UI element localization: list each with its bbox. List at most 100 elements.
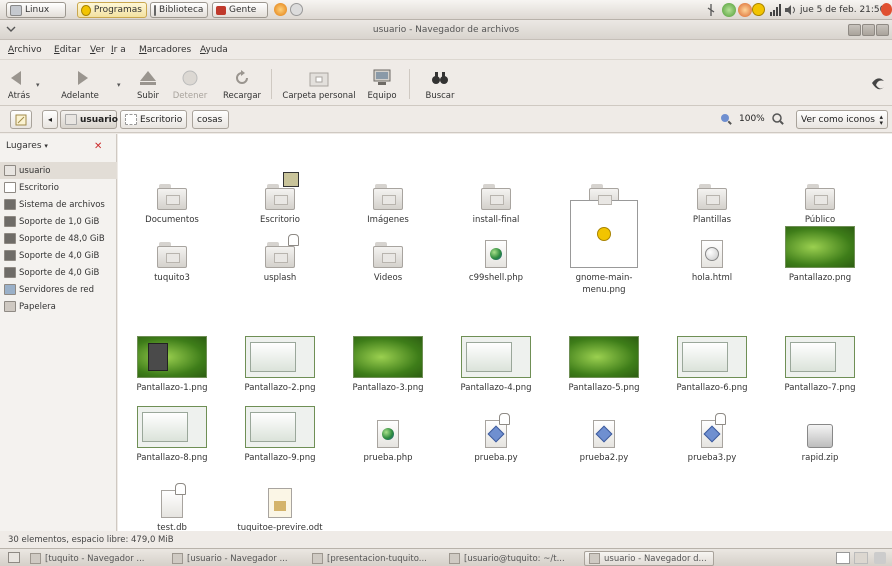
taskbar-window-button[interactable]: [usuario - Navegador ... [168,551,302,566]
workspace-2[interactable] [854,552,868,564]
file-item[interactable]: Pantallazo-2.png [230,316,330,394]
location-bar: ◂ usuario Escritorio cosas 100% Ver como… [0,106,892,133]
zoom-out-icon[interactable] [720,113,732,125]
file-item[interactable]: tuquito3 [122,206,222,284]
window-icon [30,553,41,564]
menu-archivo[interactable]: Archivo [8,45,42,55]
close-sidebar-icon[interactable]: ✕ [94,141,102,152]
gnome-status-icon[interactable] [752,3,765,16]
lock-emblem-icon [288,234,299,246]
menu-ir-a[interactable]: Ir a [111,45,126,55]
people-menu-button[interactable]: Gente [212,2,268,18]
taskbar-window-button[interactable]: [usuario@tuquito: ~/t... [445,551,579,566]
file-item[interactable]: prueba.php [338,386,438,464]
sidebar-item-4[interactable]: Soporte de 1,0 GiB [0,213,117,230]
sidebar-item-6[interactable]: Soporte de 4,0 GiB [0,247,117,264]
up-button[interactable]: Subir [133,61,163,105]
computer-label: Equipo [367,91,397,101]
file-icon-wrap [122,386,222,448]
crumb-escritorio[interactable]: Escritorio [120,110,187,129]
toggle-location-entry-button[interactable] [10,110,32,129]
sidebar-header-select[interactable]: Lugares ▾ [6,141,48,151]
file-item[interactable]: tuquitoe-previre.odt [230,456,330,534]
file-item[interactable]: hola.html [662,206,762,284]
sidebar-item-5[interactable]: Soporte de 48,0 GiB [0,230,117,247]
volume-icon[interactable] [785,4,797,16]
stop-button[interactable]: Detener [172,61,208,105]
network-signal-icon[interactable] [770,4,782,16]
menu-ver[interactable]: Ver [90,45,105,55]
close-window-button[interactable] [876,24,889,36]
file-icon-wrap [554,386,654,448]
taskbar-window-button[interactable]: [tuquito - Navegador ... [26,551,162,566]
menu-editar[interactable]: Editar [54,45,81,55]
crumb-usuario[interactable]: usuario [60,110,118,129]
menu-marcadores[interactable]: Marcadores [139,45,191,55]
view-mode-select[interactable]: Ver como iconos ▴ ▾ [796,110,888,129]
trash-applet-icon[interactable] [874,552,886,564]
zoom-level[interactable]: 100% [739,114,765,124]
search-button[interactable]: Buscar [420,61,460,105]
file-item[interactable]: Pantallazo-9.png [230,386,330,464]
file-item[interactable]: test.db [122,456,222,534]
window-icon [449,553,460,564]
reload-button[interactable]: Recargar [220,61,264,105]
status-icon[interactable] [738,3,752,17]
back-button[interactable]: Atrás [4,61,34,105]
window-titlebar[interactable]: usuario - Navegador de archivos [0,20,892,40]
file-icon-view[interactable]: Documentos Escritorio Imágenes install-fina… [118,134,892,534]
file-name: c99shell.php [468,273,524,283]
file-item[interactable]: prueba.py [446,386,546,464]
file-item[interactable]: rapid.zip [770,386,870,464]
file-item[interactable]: Pantallazo.png [770,206,870,284]
file-item[interactable]: Videos [338,206,438,284]
sidebar-item-8[interactable]: Servidores de red [0,281,117,298]
home-folder-button[interactable]: Carpeta personal [278,61,360,105]
file-item[interactable]: usplash [230,206,330,284]
php-file-icon [377,420,399,448]
file-item[interactable]: Pantallazo-8.png [122,386,222,464]
sidebar-item-2[interactable]: Escritorio [0,179,117,196]
firefox-launcher-icon[interactable] [274,3,287,16]
file-item[interactable]: prueba2.py [554,386,654,464]
linux-menu-button[interactable]: Linux [6,2,66,18]
back-history-dropdown-icon[interactable]: ▾ [36,81,40,89]
file-item[interactable]: gnome-main-menu.png [554,200,654,296]
library-menu-button[interactable]: Biblioteca [150,2,208,18]
file-item[interactable]: Pantallazo-3.png [338,316,438,394]
file-item[interactable]: Pantallazo-7.png [770,316,870,394]
crumb-cosas[interactable]: cosas [192,110,229,129]
forward-history-dropdown-icon[interactable]: ▾ [117,81,121,89]
file-icon-wrap [662,206,762,268]
file-item[interactable]: Pantallazo-4.png [446,316,546,394]
file-icon-wrap [230,386,330,448]
taskbar-window-button[interactable]: [presentacion-tuquito... [308,551,440,566]
menu-ayuda[interactable]: Ayuda [200,45,228,55]
sidebar-item-1[interactable]: usuario [0,162,117,179]
shutdown-icon[interactable] [881,3,892,16]
file-item[interactable]: Pantallazo-1.png [122,316,222,394]
sidebar-item-3[interactable]: Sistema de archivos [0,196,117,213]
sidebar-item-9[interactable]: Papelera [0,298,117,315]
file-icon-wrap [230,148,330,210]
maximize-button[interactable] [862,24,875,36]
zoom-in-icon[interactable] [772,113,784,125]
workspace-1[interactable] [836,552,850,564]
file-item[interactable]: Pantallazo-6.png [662,316,762,394]
minimize-button[interactable] [848,24,861,36]
crumb-scroll-left-button[interactable]: ◂ [42,110,58,129]
programs-menu-button[interactable]: Programas [77,2,147,18]
launcher-icon[interactable] [290,3,303,16]
clock[interactable]: jue 5 de feb. 21:50 [800,5,885,15]
battery-icon[interactable] [707,4,715,16]
computer-button[interactable]: Equipo [365,61,399,105]
file-item[interactable]: prueba3.py [662,386,762,464]
update-notifier-icon[interactable] [722,3,736,17]
show-desktop-icon[interactable] [8,552,20,563]
taskbar-window-button[interactable]: usuario - Navegador d... [584,551,714,566]
trash-icon [4,301,16,312]
forward-button[interactable]: Adelante [55,61,105,105]
sidebar-item-7[interactable]: Soporte de 4,0 GiB [0,264,117,281]
file-item[interactable]: c99shell.php [446,206,546,284]
file-item[interactable]: Pantallazo-5.png [554,316,654,394]
